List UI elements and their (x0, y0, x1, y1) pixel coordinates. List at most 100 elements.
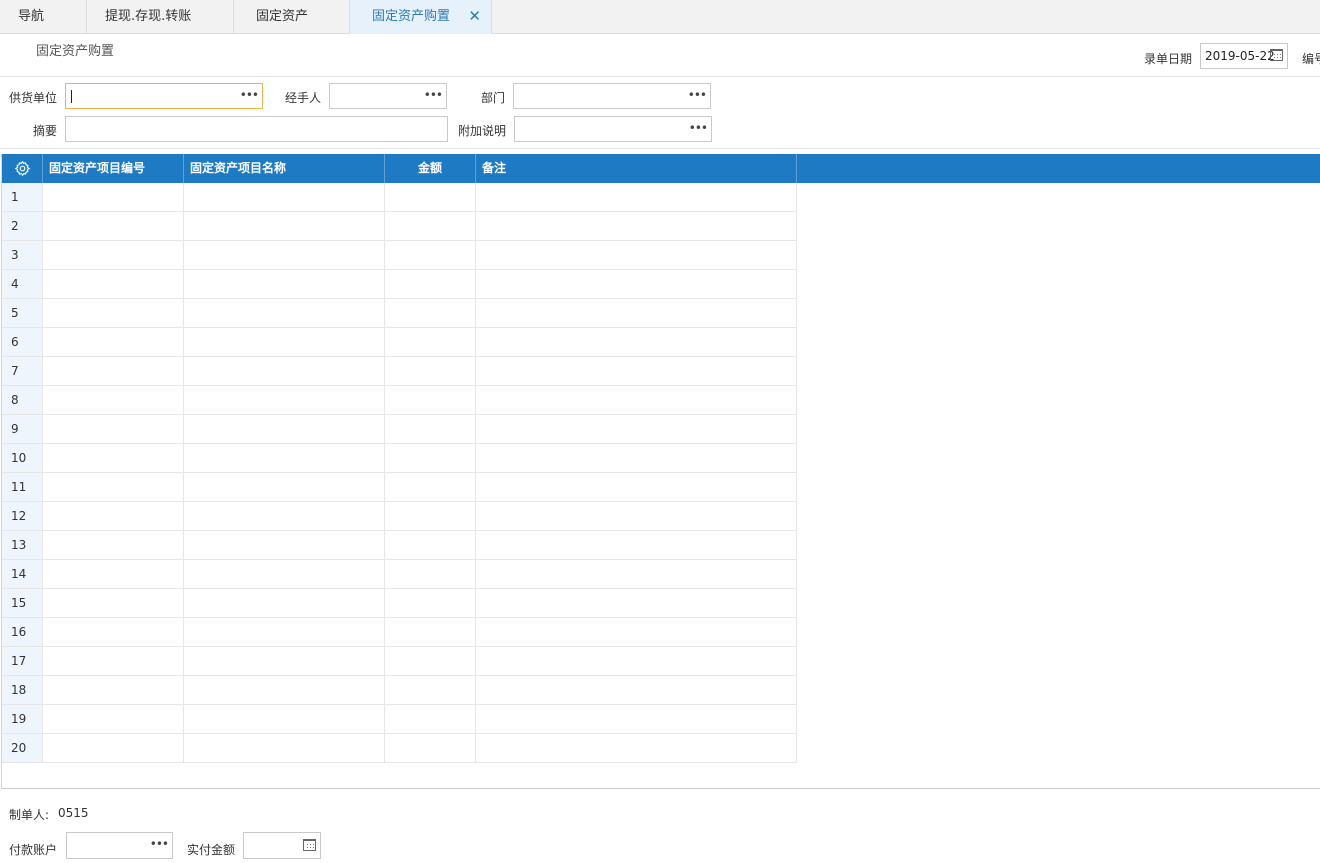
amount-cell[interactable] (385, 415, 476, 444)
amount-cell[interactable] (385, 676, 476, 705)
asset-name-cell[interactable] (184, 589, 385, 618)
remark-cell[interactable] (476, 270, 797, 299)
handler-input[interactable]: ••• (329, 83, 447, 109)
asset-name-cell[interactable] (184, 705, 385, 734)
asset-code-cell[interactable] (43, 444, 184, 473)
ellipsis-icon[interactable]: ••• (424, 84, 443, 106)
supplier-input[interactable]: ••• (65, 83, 263, 109)
remark-cell[interactable] (476, 444, 797, 473)
amount-cell[interactable] (385, 705, 476, 734)
amount-cell[interactable] (385, 502, 476, 531)
asset-name-cell[interactable] (184, 560, 385, 589)
amount-cell[interactable] (385, 560, 476, 589)
asset-name-cell[interactable] (184, 415, 385, 444)
asset-name-cell[interactable] (184, 183, 385, 212)
date-field[interactable]: 2019-05-22 (1200, 43, 1288, 69)
amount-cell[interactable] (385, 328, 476, 357)
tab-fixed-asset-purchase[interactable]: 固定资产购置 ✕ (350, 0, 492, 34)
tab-nav[interactable]: 导航 (0, 0, 87, 33)
tab-fixed-assets[interactable]: 固定资产 (234, 0, 350, 33)
amount-cell[interactable] (385, 473, 476, 502)
paid-amount-input[interactable] (243, 832, 321, 859)
asset-code-cell[interactable] (43, 270, 184, 299)
asset-code-cell[interactable] (43, 589, 184, 618)
amount-cell[interactable] (385, 241, 476, 270)
asset-code-cell[interactable] (43, 647, 184, 676)
asset-code-cell[interactable] (43, 473, 184, 502)
asset-code-cell[interactable] (43, 502, 184, 531)
calculator-icon[interactable] (303, 839, 316, 851)
asset-name-cell[interactable] (184, 676, 385, 705)
column-header-remark[interactable]: 备注 (476, 154, 797, 183)
remark-cell[interactable] (476, 531, 797, 560)
remark-cell[interactable] (476, 589, 797, 618)
remark-cell[interactable] (476, 618, 797, 647)
asset-name-cell[interactable] (184, 531, 385, 560)
amount-cell[interactable] (385, 589, 476, 618)
asset-code-cell[interactable] (43, 560, 184, 589)
remark-cell[interactable] (476, 560, 797, 589)
asset-name-cell[interactable] (184, 502, 385, 531)
ellipsis-icon[interactable]: ••• (240, 84, 259, 106)
asset-name-cell[interactable] (184, 241, 385, 270)
asset-name-cell[interactable] (184, 299, 385, 328)
asset-code-cell[interactable] (43, 299, 184, 328)
amount-cell[interactable] (385, 299, 476, 328)
amount-cell[interactable] (385, 386, 476, 415)
remark-cell[interactable] (476, 676, 797, 705)
asset-code-cell[interactable] (43, 241, 184, 270)
column-header-asset-code[interactable]: 固定资产项目编号 (43, 154, 184, 183)
remark-cell[interactable] (476, 473, 797, 502)
remark-cell[interactable] (476, 357, 797, 386)
asset-code-cell[interactable] (43, 212, 184, 241)
asset-name-cell[interactable] (184, 734, 385, 763)
asset-name-cell[interactable] (184, 270, 385, 299)
asset-name-cell[interactable] (184, 386, 385, 415)
asset-name-cell[interactable] (184, 444, 385, 473)
remark-cell[interactable] (476, 328, 797, 357)
asset-code-cell[interactable] (43, 734, 184, 763)
asset-code-cell[interactable] (43, 531, 184, 560)
asset-code-cell[interactable] (43, 328, 184, 357)
calendar-icon[interactable] (1270, 49, 1283, 61)
asset-name-cell[interactable] (184, 618, 385, 647)
column-header-asset-name[interactable]: 固定资产项目名称 (184, 154, 385, 183)
ellipsis-icon[interactable]: ••• (150, 833, 169, 855)
amount-cell[interactable] (385, 183, 476, 212)
gear-icon[interactable] (14, 160, 31, 177)
asset-code-cell[interactable] (43, 705, 184, 734)
amount-cell[interactable] (385, 212, 476, 241)
remark-cell[interactable] (476, 502, 797, 531)
remark-cell[interactable] (476, 241, 797, 270)
amount-cell[interactable] (385, 270, 476, 299)
asset-name-cell[interactable] (184, 473, 385, 502)
amount-cell[interactable] (385, 444, 476, 473)
remark-cell[interactable] (476, 705, 797, 734)
remark-cell[interactable] (476, 299, 797, 328)
amount-cell[interactable] (385, 618, 476, 647)
close-icon[interactable]: ✕ (468, 0, 481, 33)
grid-settings-cell[interactable] (2, 154, 43, 183)
ellipsis-icon[interactable]: ••• (689, 117, 708, 139)
asset-name-cell[interactable] (184, 212, 385, 241)
asset-code-cell[interactable] (43, 618, 184, 647)
account-input[interactable]: ••• (66, 832, 173, 859)
asset-name-cell[interactable] (184, 647, 385, 676)
remark-cell[interactable] (476, 415, 797, 444)
summary-input[interactable] (65, 116, 448, 142)
amount-cell[interactable] (385, 531, 476, 560)
asset-name-cell[interactable] (184, 328, 385, 357)
asset-code-cell[interactable] (43, 183, 184, 212)
asset-code-cell[interactable] (43, 386, 184, 415)
remark-cell[interactable] (476, 183, 797, 212)
asset-code-cell[interactable] (43, 415, 184, 444)
remark-cell[interactable] (476, 647, 797, 676)
tab-cash-transfer[interactable]: 提现.存现.转账 (87, 0, 234, 33)
amount-cell[interactable] (385, 734, 476, 763)
asset-code-cell[interactable] (43, 676, 184, 705)
column-header-amount[interactable]: 金额 (385, 154, 476, 183)
remark-cell[interactable] (476, 386, 797, 415)
department-input[interactable]: ••• (513, 83, 711, 109)
amount-cell[interactable] (385, 647, 476, 676)
amount-cell[interactable] (385, 357, 476, 386)
